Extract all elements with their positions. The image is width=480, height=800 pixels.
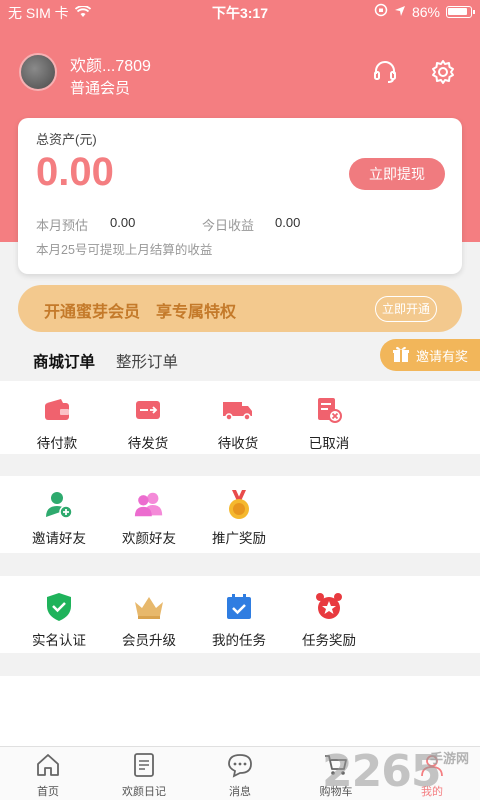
- real-name-auth-label: 实名认证: [32, 633, 86, 648]
- order-pending-payment[interactable]: 待付款: [12, 394, 102, 452]
- task-reward-item[interactable]: 任务奖励: [284, 591, 374, 649]
- home-icon: [34, 751, 62, 779]
- promotion-reward-item[interactable]: 推广奖励: [194, 489, 284, 547]
- location-icon: [394, 4, 406, 20]
- invite-reward-button[interactable]: 邀请有奖: [380, 339, 480, 371]
- order-cancelled[interactable]: 已取消: [284, 394, 374, 452]
- nav-messages-label: 消息: [229, 786, 251, 798]
- friends-icon: [133, 489, 165, 521]
- vip-open-button[interactable]: 立即开通: [375, 296, 437, 322]
- withdraw-note: 本月25号可提现上月结算的收益: [36, 243, 213, 257]
- today-income-label: 今日收益: [202, 218, 255, 233]
- tab-mall-orders[interactable]: 商城订单: [33, 350, 95, 372]
- battery-percent: 86%: [411, 3, 440, 20]
- task-reward-label: 任务奖励: [302, 633, 356, 648]
- order-pending-shipment-label: 待发货: [127, 436, 169, 451]
- real-name-auth-item[interactable]: 实名认证: [14, 591, 104, 649]
- withdraw-button[interactable]: 立即提现: [349, 158, 445, 190]
- social-section: 邀请好友 欢颜好友 推广奖励: [0, 476, 480, 553]
- huanyan-friends-label: 欢颜好友: [122, 531, 176, 546]
- my-tasks-item[interactable]: 我的任务: [194, 591, 284, 649]
- username: 欢颜...7809: [70, 58, 151, 75]
- empty-section: [0, 676, 480, 746]
- vip-banner[interactable]: 开通蜜芽会员 享专属特权 立即开通: [18, 285, 462, 332]
- nav-home[interactable]: 首页: [8, 751, 88, 799]
- asset-amount: 0.00: [36, 150, 114, 194]
- calendar-check-icon: [223, 591, 255, 623]
- avatar[interactable]: [19, 53, 57, 91]
- watermark-number: 2265: [322, 746, 441, 797]
- gear-icon[interactable]: [429, 58, 457, 86]
- asset-card: 总资产(元) 0.00 立即提现 本月预估 0.00 今日收益 0.00 本月2…: [18, 118, 462, 274]
- status-bar: 无 SIM 卡 下午3:17 86%: [0, 0, 480, 24]
- promotion-reward-label: 推广奖励: [212, 531, 266, 546]
- invite-friends-item[interactable]: 邀请好友: [14, 489, 104, 547]
- month-estimate-label: 本月预估: [36, 218, 89, 233]
- alarm-icon: [313, 591, 345, 623]
- cancel-doc-icon: [313, 394, 345, 426]
- member-upgrade-item[interactable]: 会员升级: [104, 591, 194, 649]
- vip-text: 开通蜜芽会员 享专属特权: [44, 304, 237, 321]
- member-level: 普通会员: [70, 80, 131, 97]
- card-icon: [132, 394, 164, 426]
- asset-title: 总资产(元): [36, 132, 97, 147]
- huanyan-friends-item[interactable]: 欢颜好友: [104, 489, 194, 547]
- order-pending-shipment[interactable]: 待发货: [103, 394, 193, 452]
- order-status-section: 待付款 待发货 待收货 已取消: [0, 381, 480, 454]
- task-section: 实名认证 会员升级 我的任务 任务奖励: [0, 576, 480, 653]
- crown-icon: [133, 591, 165, 623]
- rotation-lock-icon: [374, 3, 388, 20]
- truck-icon: [222, 394, 254, 426]
- nav-diary[interactable]: 欢颜日记: [104, 751, 184, 799]
- nav-home-label: 首页: [37, 786, 59, 798]
- diary-icon: [130, 751, 158, 779]
- nav-diary-label: 欢颜日记: [122, 786, 166, 798]
- order-pending-receipt-label: 待收货: [217, 436, 259, 451]
- battery-icon: [446, 5, 475, 18]
- medal-icon: [223, 489, 255, 521]
- tab-cosmetic-orders[interactable]: 整形订单: [116, 350, 178, 372]
- invite-reward-label: 邀请有奖: [416, 348, 469, 364]
- headset-icon[interactable]: [371, 58, 399, 86]
- order-pending-receipt[interactable]: 待收货: [193, 394, 283, 452]
- month-estimate-value: 0.00: [110, 215, 136, 230]
- shield-check-icon: [43, 591, 75, 623]
- chat-icon: [226, 751, 254, 779]
- my-tasks-label: 我的任务: [212, 633, 266, 648]
- wallet-icon: [41, 394, 73, 426]
- watermark-text: 手游网: [430, 751, 470, 766]
- add-user-icon: [43, 489, 75, 521]
- today-income-value: 0.00: [275, 215, 301, 230]
- gift-icon: [392, 345, 410, 366]
- watermark: 2265 手游网: [322, 742, 480, 800]
- nav-messages[interactable]: 消息: [200, 751, 280, 799]
- invite-friends-label: 邀请好友: [32, 531, 86, 546]
- order-pending-payment-label: 待付款: [36, 436, 78, 451]
- member-upgrade-label: 会员升级: [122, 633, 176, 648]
- order-cancelled-label: 已取消: [308, 436, 350, 451]
